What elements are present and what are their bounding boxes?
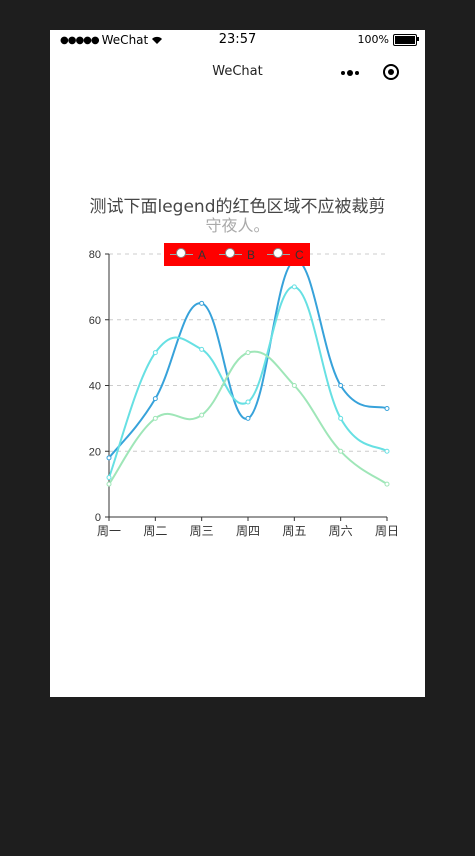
data-point	[152, 415, 158, 421]
x-tick-label: 周日	[375, 524, 399, 538]
x-tick-label: 周三	[190, 524, 214, 538]
legend-marker-icon	[225, 248, 235, 258]
y-tick-label: 20	[89, 446, 101, 458]
data-point	[245, 415, 251, 421]
data-point	[245, 350, 251, 356]
series-line-b	[108, 285, 388, 478]
x-tick-label: 周一	[97, 524, 121, 538]
data-point	[338, 415, 344, 421]
data-point	[291, 383, 297, 388]
legend-label-a: A	[198, 248, 207, 262]
data-point	[152, 396, 158, 402]
legend-marker-icon	[176, 248, 186, 258]
data-point	[199, 412, 205, 418]
x-tick-label: 周二	[143, 524, 167, 538]
x-tick-label: 周六	[329, 524, 353, 538]
data-point	[384, 448, 390, 454]
data-point	[384, 481, 390, 487]
y-tick-label: 0	[95, 512, 101, 524]
legend-label-b: B	[247, 248, 256, 262]
y-tick-label: 60	[89, 315, 101, 327]
chart-legend: A B C	[164, 243, 310, 266]
x-tick-label: 周五	[282, 524, 306, 538]
x-tick-label: 周四	[236, 524, 260, 538]
data-point	[199, 346, 205, 352]
line-chart: 0 20 40 60 80 周一 周二 周三 周四 周五 周六 周日	[89, 249, 399, 538]
y-tick-label: 40	[89, 381, 101, 393]
legend-item-a[interactable]: A	[170, 243, 210, 266]
data-point	[106, 475, 112, 481]
data-point	[291, 284, 297, 290]
legend-item-b[interactable]: B	[219, 243, 259, 266]
data-point	[338, 383, 344, 388]
phone-screen: ●●●●● WeChat 23:57 100% WeChat 测试下面legen…	[50, 30, 425, 697]
data-point	[245, 399, 251, 405]
data-point	[199, 300, 205, 306]
data-point	[106, 455, 112, 461]
legend-marker-icon	[273, 248, 283, 258]
legend-item-c[interactable]: C	[267, 243, 307, 266]
legend-label-c: C	[295, 248, 304, 262]
data-point	[106, 481, 112, 487]
y-tick-label: 80	[89, 249, 101, 261]
data-point	[152, 350, 158, 356]
data-point	[338, 448, 344, 454]
data-point	[384, 406, 390, 412]
